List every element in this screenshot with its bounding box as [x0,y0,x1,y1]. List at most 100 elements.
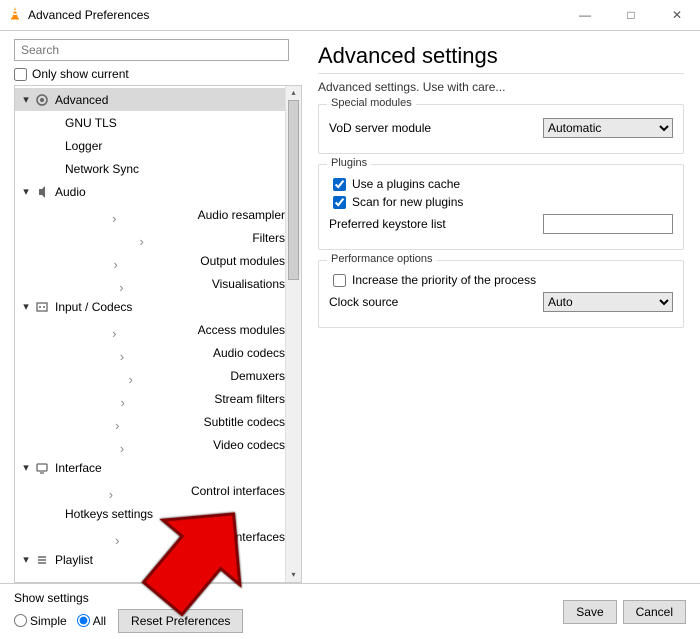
group-legend: Special modules [327,97,416,109]
tree-label: Input / Codecs [55,300,132,314]
tree-item-subtitle-codecs[interactable]: Subtitle codecs [15,410,285,433]
chevron-down-icon[interactable] [19,93,33,106]
tree-label: Demuxers [230,369,285,383]
chevron-right-icon[interactable] [39,410,204,433]
use-plugins-cache-checkbox[interactable]: Use a plugins cache [329,177,673,191]
tree-item-video-codecs[interactable]: Video codecs [15,433,285,456]
vlc-cone-icon [8,6,22,25]
tree-item-playlist[interactable]: Playlist [15,548,285,571]
tree-item-hotkeys-settings[interactable]: Hotkeys settings [15,502,285,525]
tree-label: Audio [55,185,86,199]
tree-item-advanced[interactable]: Advanced [15,88,285,111]
tree-label: Filters [252,231,285,245]
chevron-right-icon[interactable] [39,272,212,295]
tree-scrollbar[interactable]: ▴ ▾ [285,86,301,582]
tree-item-visualisations[interactable]: Visualisations [15,272,285,295]
simple-radio-input[interactable] [14,614,27,627]
search-input[interactable] [14,39,289,61]
priority-input[interactable] [333,274,346,287]
group-legend: Plugins [327,157,371,169]
gear-icon [33,91,51,109]
vod-select[interactable]: Automatic [543,118,673,138]
only-show-current-input[interactable] [14,68,27,81]
interface-icon [33,459,51,477]
tree-item-stream-filters[interactable]: Stream filters [15,387,285,410]
chevron-down-icon[interactable] [19,553,33,566]
tree-label: Playlist [55,553,93,567]
tree-label: Output modules [200,254,285,268]
tree-item-audio[interactable]: Audio [15,180,285,203]
group-performance: Performance options Increase the priorit… [318,260,684,328]
scan-new-plugins-input[interactable] [333,196,346,209]
tree-item-access-modules[interactable]: Access modules [15,318,285,341]
clock-source-label: Clock source [329,295,543,309]
scroll-down-icon[interactable]: ▾ [291,568,295,582]
audio-icon [33,183,51,201]
chevron-right-icon[interactable] [39,341,213,364]
titlebar: Advanced Preferences — □ ✕ [0,0,700,30]
tree-item-demuxers[interactable]: Demuxers [15,364,285,387]
tree-item-main-interfaces[interactable]: Main interfaces [15,525,285,548]
scroll-up-icon[interactable]: ▴ [291,86,295,100]
tree-label: Audio codecs [213,346,285,360]
tree-label: Visualisations [212,277,285,291]
chevron-down-icon[interactable] [19,185,33,198]
tree-item-filters[interactable]: Filters [15,226,285,249]
playlist-icon [33,551,51,569]
simple-radio[interactable]: Simple [14,614,67,628]
chevron-right-icon[interactable] [39,364,230,387]
chevron-right-icon[interactable] [39,525,204,548]
tree-label: Interface [55,461,102,475]
chevron-right-icon[interactable] [39,249,200,272]
group-plugins: Plugins Use a plugins cache Scan for new… [318,164,684,250]
codec-icon [33,298,51,316]
tree-item-input-codecs[interactable]: Input / Codecs [15,295,285,318]
only-show-current-label: Only show current [32,67,129,81]
group-legend: Performance options [327,253,437,265]
tree-label: Audio resampler [198,208,285,222]
reset-preferences-button[interactable]: Reset Preferences [118,609,243,633]
maximize-button[interactable]: □ [608,0,654,30]
clock-source-select[interactable]: Auto [543,292,673,312]
save-button[interactable]: Save [563,600,616,624]
window-controls: — □ ✕ [562,0,700,30]
page-subtitle: Advanced settings. Use with care... [318,73,684,94]
tree-item-control-interfaces[interactable]: Control interfaces [15,479,285,502]
all-radio-input[interactable] [77,614,90,627]
scan-new-plugins-checkbox[interactable]: Scan for new plugins [329,195,673,209]
checkbox-label: Use a plugins cache [352,177,460,191]
minimize-button[interactable]: — [562,0,608,30]
close-button[interactable]: ✕ [654,0,700,30]
only-show-current-checkbox[interactable]: Only show current [14,67,302,81]
chevron-right-icon[interactable] [39,479,191,502]
chevron-down-icon[interactable] [19,461,33,474]
chevron-right-icon[interactable] [39,203,198,226]
tree-label: Video codecs [213,438,285,452]
tree-item-network-sync[interactable]: Network Sync [15,157,285,180]
cancel-button[interactable]: Cancel [623,600,686,624]
scroll-thumb[interactable] [288,100,299,280]
tree-item-audio-resampler[interactable]: Audio resampler [15,203,285,226]
tree-item-interface[interactable]: Interface [15,456,285,479]
settings-tree[interactable]: Advanced GNU TLS Logger Network Sync Aud… [15,86,285,582]
chevron-right-icon[interactable] [39,318,198,341]
tree-item-logger[interactable]: Logger [15,134,285,157]
tree-label: Control interfaces [191,484,285,498]
chevron-down-icon[interactable] [19,300,33,313]
group-special-modules: Special modules VoD server module Automa… [318,104,684,154]
tree-item-gnu-tls[interactable]: GNU TLS [15,111,285,134]
tree-item-audio-codecs[interactable]: Audio codecs [15,341,285,364]
tree-item-output-modules[interactable]: Output modules [15,249,285,272]
chevron-right-icon[interactable] [39,433,213,456]
chevron-right-icon[interactable] [39,226,252,249]
use-plugins-cache-input[interactable] [333,178,346,191]
priority-checkbox[interactable]: Increase the priority of the process [329,273,673,287]
tree-label: GNU TLS [65,116,117,130]
all-radio[interactable]: All [77,614,106,628]
tree-label: Main interfaces [204,530,285,544]
chevron-right-icon[interactable] [39,387,214,410]
tree-label: Advanced [55,93,108,107]
right-panel: Advanced settings Advanced settings. Use… [310,31,700,583]
window-title: Advanced Preferences [28,8,149,22]
keystore-input[interactable] [543,214,673,234]
